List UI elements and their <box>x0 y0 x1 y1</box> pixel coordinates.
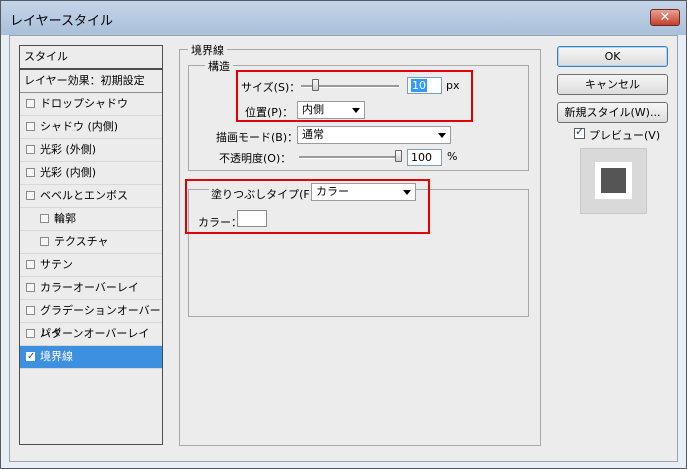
opacity-label: 不透明度(O)： <box>219 152 292 165</box>
size-position-highlight <box>236 70 473 122</box>
style-item-label: サテン <box>40 258 73 271</box>
dialog-body: スタイル レイヤー効果：初期設定 ドロップシャドウ シャドウ (内側) 光彩 (外側… <box>9 35 678 462</box>
style-item[interactable]: 光彩 (内側) <box>20 162 162 185</box>
style-item-checkbox[interactable] <box>26 260 35 269</box>
opacity-input[interactable]: 100 <box>407 149 442 166</box>
style-item[interactable]: サテン <box>20 254 162 277</box>
style-item[interactable]: ドロップシャドウ <box>20 93 162 116</box>
blend-mode-label: 描画モード(B)： <box>216 131 299 144</box>
styles-header[interactable]: スタイル <box>20 46 162 70</box>
chevron-down-icon <box>438 133 446 138</box>
style-item[interactable]: ベベルとエンボス <box>20 185 162 208</box>
preview-label[interactable]: プレビュー(V) <box>589 127 660 143</box>
new-style-button[interactable]: 新規スタイル(W)... <box>557 102 668 123</box>
opacity-unit: % <box>447 150 458 163</box>
layer-style-dialog: レイヤースタイル ✕ スタイル レイヤー効果：初期設定 ドロップシャドウ シャドウ… <box>0 0 687 469</box>
style-item-label: ドロップシャドウ <box>40 97 128 110</box>
style-item[interactable]: カラーオーバーレイ <box>20 277 162 300</box>
style-item-label: 光彩 (内側) <box>40 166 97 179</box>
style-preview <box>580 148 647 214</box>
style-item[interactable]: 輪郭 <box>20 208 162 231</box>
close-icon: ✕ <box>659 10 671 25</box>
fill-highlight <box>185 179 430 234</box>
style-item-checkbox[interactable] <box>26 191 35 200</box>
style-item-checkbox[interactable] <box>26 145 35 154</box>
style-item[interactable]: シャドウ (内側) <box>20 116 162 139</box>
style-item-label: テクスチャ <box>54 235 109 248</box>
style-item-label: 輪郭 <box>54 212 76 225</box>
dialog-title: レイヤースタイル <box>10 14 113 29</box>
opacity-slider-track[interactable] <box>299 156 399 159</box>
style-item-checkbox[interactable] <box>26 99 35 108</box>
blend-mode-select[interactable]: 通常 <box>297 126 451 144</box>
style-item-checkbox[interactable] <box>26 168 35 177</box>
blend-mode-value: 通常 <box>302 128 324 141</box>
style-item-label: パターンオーバーレイ <box>40 327 150 340</box>
preview-background <box>595 162 632 199</box>
preview-square <box>601 168 626 193</box>
checkmark-icon: ✓ <box>575 125 585 138</box>
style-item-checkbox[interactable] <box>26 346 35 368</box>
structure-group-title: 構造 <box>205 58 233 74</box>
style-item[interactable]: 境界線 <box>20 346 162 369</box>
style-item-checkbox[interactable] <box>40 237 49 246</box>
opacity-slider-thumb[interactable] <box>395 150 402 162</box>
style-item-checkbox[interactable] <box>26 122 35 131</box>
title-bar[interactable]: レイヤースタイル ✕ <box>1 1 686 35</box>
style-item-checkbox[interactable] <box>26 283 35 292</box>
style-list: スタイル レイヤー効果：初期設定 ドロップシャドウ シャドウ (内側) 光彩 (外側… <box>19 45 163 445</box>
style-item-checkbox[interactable] <box>26 306 35 315</box>
blending-options-item[interactable]: レイヤー効果：初期設定 <box>20 70 162 93</box>
stroke-group-title: 境界線 <box>188 42 227 58</box>
style-item-checkbox[interactable] <box>40 214 49 223</box>
style-item[interactable]: テクスチャ <box>20 231 162 254</box>
style-item[interactable]: グラデーションオーバーレイ <box>20 300 162 339</box>
style-item-label: 光彩 (外側) <box>40 143 97 156</box>
style-item[interactable]: 光彩 (外側) <box>20 139 162 162</box>
close-button[interactable]: ✕ <box>650 9 680 26</box>
style-item-checkbox[interactable] <box>26 329 35 338</box>
cancel-button[interactable]: キャンセル <box>557 74 668 95</box>
style-item-label: シャドウ (内側) <box>40 120 119 133</box>
style-item-label: ベベルとエンボス <box>40 189 128 202</box>
style-item[interactable]: パターンオーバーレイ <box>20 323 162 346</box>
opacity-value: 100 <box>411 151 432 164</box>
style-item-label: カラーオーバーレイ <box>40 281 139 294</box>
preview-checkbox[interactable]: ✓ <box>574 125 585 139</box>
style-item-label: 境界線 <box>40 350 73 363</box>
ok-button[interactable]: OK <box>557 46 668 67</box>
